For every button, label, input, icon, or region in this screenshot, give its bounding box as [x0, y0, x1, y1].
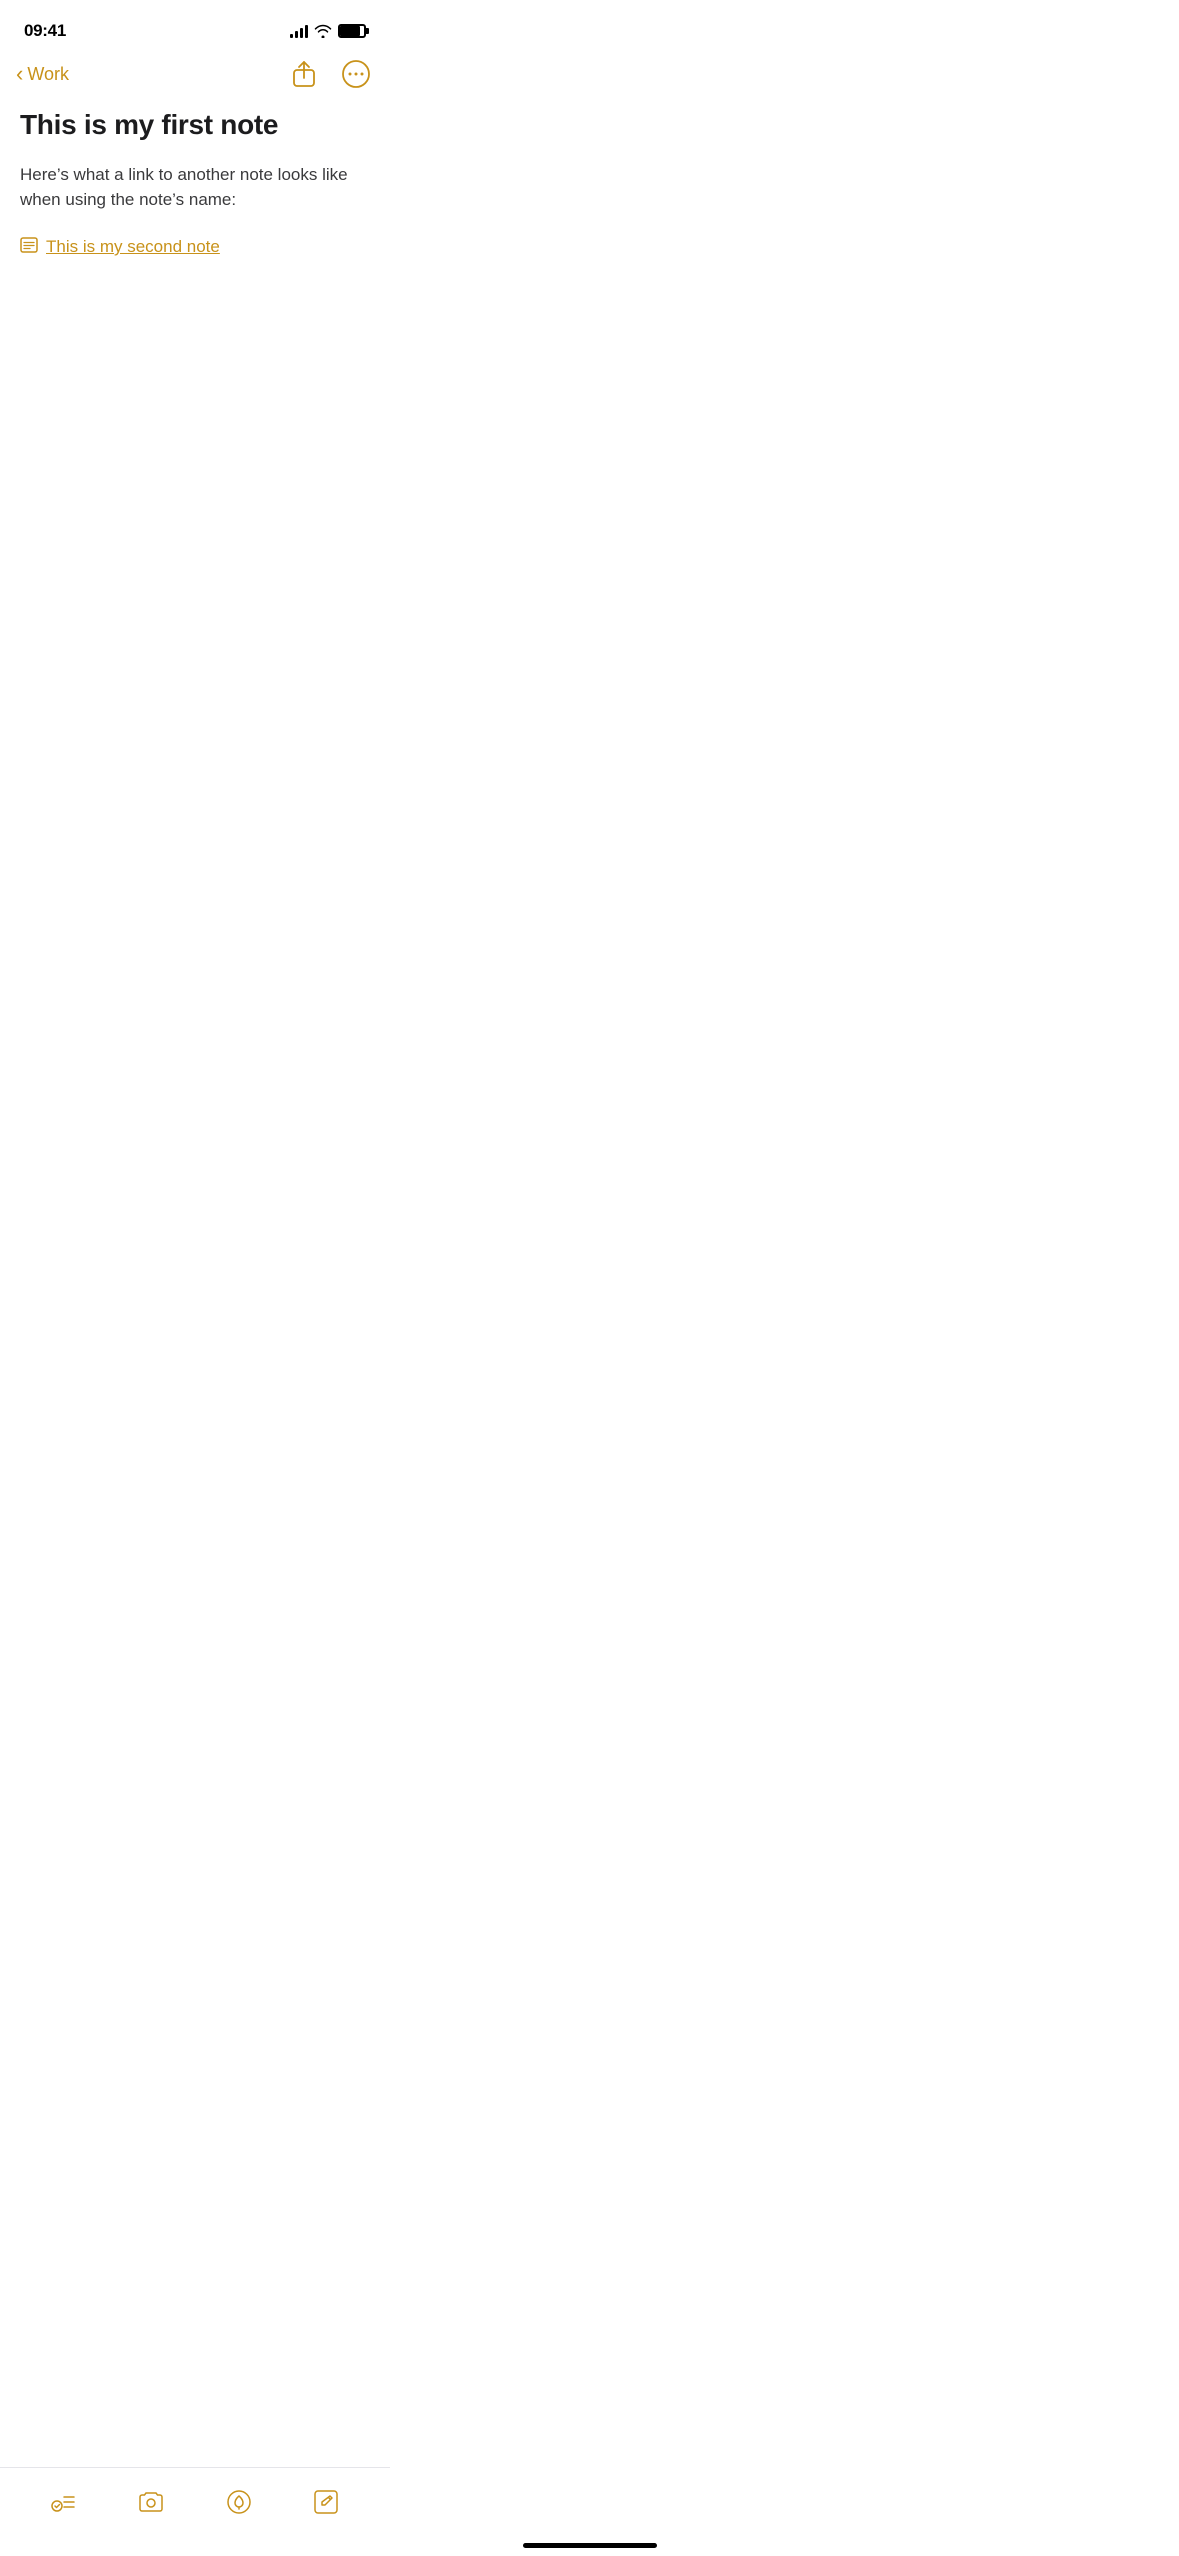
camera-icon — [137, 2488, 165, 2516]
checklist-icon — [50, 2488, 78, 2516]
toolbar-icons — [0, 2480, 390, 2524]
note-title: This is my first note — [20, 108, 370, 142]
checklist-button[interactable] — [42, 2480, 86, 2524]
status-time: 09:41 — [24, 21, 66, 41]
status-icons — [290, 24, 366, 38]
bottom-toolbar — [0, 2467, 390, 2556]
more-options-button[interactable] — [338, 56, 374, 92]
second-note-link[interactable]: This is my second note — [46, 237, 220, 257]
compose-button[interactable] — [304, 2480, 348, 2524]
note-reference-icon — [20, 237, 38, 253]
markup-icon — [225, 2488, 253, 2516]
note-link-icon — [20, 237, 38, 258]
note-body: Here’s what a link to another note looks… — [20, 162, 370, 213]
home-indicator — [523, 2543, 657, 2548]
compose-icon — [312, 2488, 340, 2516]
more-icon — [341, 59, 371, 89]
camera-button[interactable] — [129, 2480, 173, 2524]
nav-right-actions — [286, 56, 374, 92]
signal-icon — [290, 24, 308, 38]
back-label: Work — [27, 64, 69, 85]
back-chevron-icon: ‹ — [16, 63, 23, 85]
markup-button[interactable] — [217, 2480, 261, 2524]
note-link-container: This is my second note — [20, 237, 370, 258]
nav-bar: ‹ Work — [0, 48, 390, 100]
back-button[interactable]: ‹ Work — [16, 63, 69, 85]
battery-icon — [338, 24, 366, 38]
wifi-icon — [314, 24, 332, 38]
note-content: This is my first note Here’s what a link… — [0, 100, 390, 278]
share-icon — [291, 60, 317, 88]
share-button[interactable] — [286, 56, 322, 92]
status-bar: 09:41 — [0, 0, 390, 48]
